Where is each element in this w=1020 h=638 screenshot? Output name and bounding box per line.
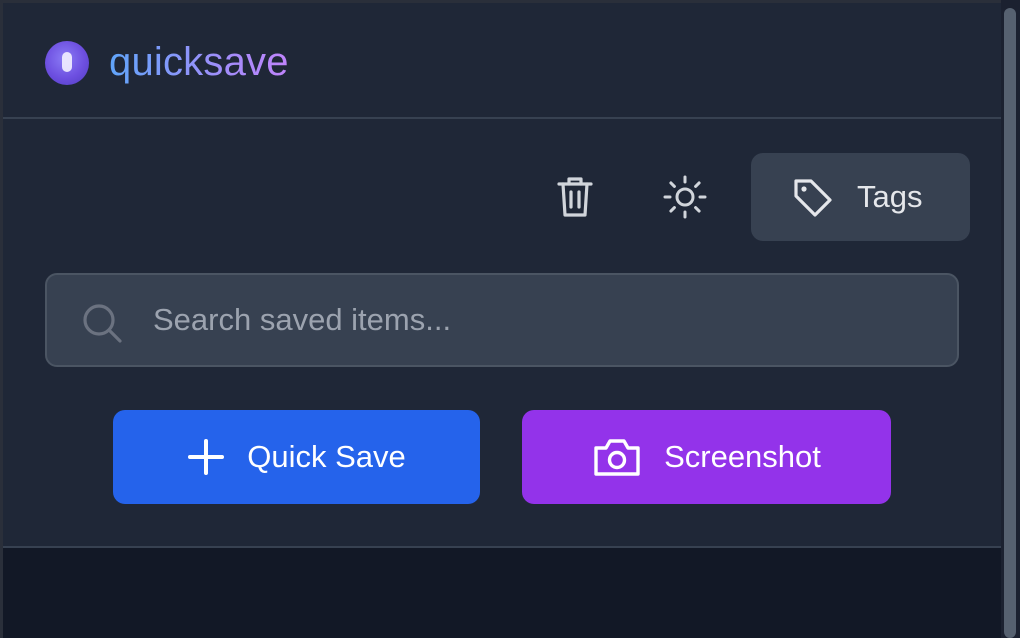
logo-glyph bbox=[62, 52, 72, 72]
saved-items-area bbox=[3, 548, 1001, 638]
tags-label: Tags bbox=[857, 179, 923, 214]
tag-icon bbox=[794, 179, 832, 217]
app-header: quicksave bbox=[3, 3, 1001, 119]
screenshot-button[interactable]: Screenshot bbox=[522, 410, 891, 504]
plus-icon bbox=[188, 439, 225, 475]
quick-save-button[interactable]: Quick Save bbox=[113, 410, 480, 504]
theme-toggle-button[interactable] bbox=[654, 153, 716, 241]
app-title: quicksave bbox=[109, 40, 289, 84]
tags-button[interactable]: Tags bbox=[751, 153, 970, 241]
quicksave-logo-icon bbox=[45, 41, 89, 85]
scrollbar[interactable] bbox=[1001, 0, 1020, 638]
sun-icon bbox=[663, 175, 707, 219]
scrollbar-thumb[interactable] bbox=[1004, 8, 1016, 638]
quick-save-label: Quick Save bbox=[247, 439, 406, 474]
delete-button[interactable] bbox=[544, 153, 606, 241]
camera-icon bbox=[594, 439, 640, 476]
search-icon bbox=[83, 304, 122, 343]
toolbar: Tags bbox=[0, 153, 1000, 241]
search-box[interactable] bbox=[45, 273, 959, 367]
trash-icon bbox=[557, 177, 593, 217]
screenshot-label: Screenshot bbox=[664, 439, 821, 474]
search-input[interactable] bbox=[153, 297, 933, 343]
